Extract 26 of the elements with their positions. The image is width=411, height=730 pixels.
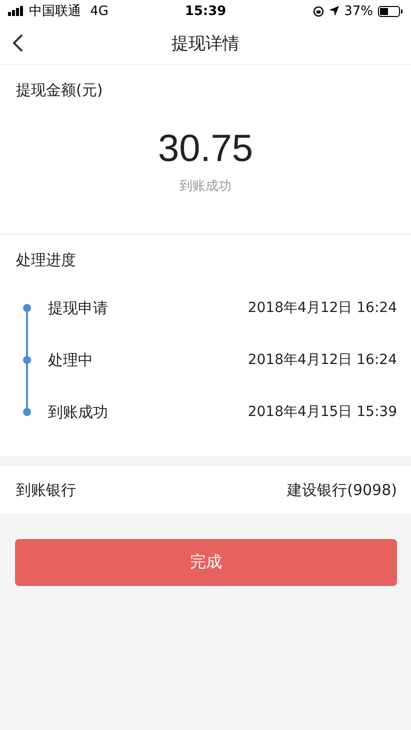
amount-status: 到账成功 <box>178 178 232 196</box>
signal-icon <box>8 6 24 16</box>
location-arrow-icon <box>329 6 340 16</box>
done-button[interactable]: 完成 <box>15 539 397 586</box>
page-title: 提现详情 <box>172 32 240 54</box>
amount-value: 30.75 <box>156 128 254 171</box>
clock-time: 15:39 <box>184 4 226 18</box>
timeline-dot <box>23 304 31 312</box>
carrier-name: 中国联通 <box>29 3 81 20</box>
timeline-dot <box>23 408 31 416</box>
bank-value: 建设银行(9098) <box>287 480 397 500</box>
step-name: 处理中 <box>48 350 94 370</box>
timeline-dot <box>23 356 31 364</box>
step-name: 到账成功 <box>48 402 109 422</box>
progress-title: 处理进度 <box>15 250 77 270</box>
network-type: 4G <box>89 4 108 18</box>
step-time: 2018年4月15日 15:39 <box>248 403 397 421</box>
step-time: 2018年4月12日 16:24 <box>248 299 397 317</box>
bank-label: 到账银行 <box>16 480 76 500</box>
lock-rotation-icon <box>313 6 324 16</box>
battery-percent: 37% <box>344 4 374 18</box>
battery-icon <box>378 6 404 16</box>
step-name: 提现申请 <box>48 298 109 318</box>
back-icon[interactable] <box>12 34 24 52</box>
step-time: 2018年4月12日 16:24 <box>248 351 397 369</box>
amount-label: 提现金额(元) <box>15 80 104 100</box>
